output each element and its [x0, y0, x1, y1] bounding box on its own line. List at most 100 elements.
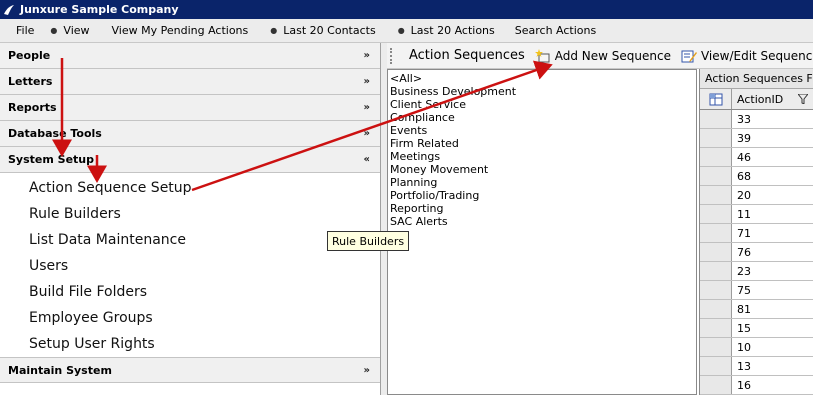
menu-item-last-20-actions[interactable]: ● Last 20 Actions [384, 24, 503, 37]
section-database-tools[interactable]: Database Tools » [0, 121, 380, 147]
list-item[interactable]: Meetings [390, 150, 694, 163]
table-cell-actionid[interactable]: 13 [732, 357, 813, 375]
expand-chevron-icon[interactable]: » [364, 76, 370, 87]
section-people[interactable]: People » [0, 43, 380, 69]
table-cell-actionid[interactable]: 11 [732, 205, 813, 223]
row-selector[interactable] [700, 205, 732, 223]
list-item[interactable]: Planning [390, 176, 694, 189]
table-row[interactable]: 15 [700, 319, 813, 338]
section-maintain-system[interactable]: Maintain System » [0, 357, 380, 383]
list-item[interactable]: Events [390, 124, 694, 137]
table-row[interactable]: 39 [700, 129, 813, 148]
table-cell-actionid[interactable]: 15 [732, 319, 813, 337]
menu-item-last-20-contacts[interactable]: ● Last 20 Contacts [256, 24, 383, 37]
column-header-actionid[interactable]: ActionID [732, 89, 813, 109]
table-cell-actionid[interactable]: 16 [732, 376, 813, 394]
row-selector[interactable] [700, 186, 732, 204]
list-item[interactable]: Firm Related [390, 137, 694, 150]
table-cell-actionid[interactable]: 68 [732, 167, 813, 185]
list-item[interactable]: Compliance [390, 111, 694, 124]
table-cell-actionid[interactable]: 20 [732, 186, 813, 204]
nav-item-setup-user-rights[interactable]: Setup User Rights [0, 331, 380, 357]
table-cell-actionid[interactable]: 39 [732, 129, 813, 147]
table-row[interactable]: 46 [700, 148, 813, 167]
table-cell-actionid[interactable]: 75 [732, 281, 813, 299]
row-selector[interactable] [700, 243, 732, 261]
add-new-sequence-button[interactable]: Add New Sequence [534, 48, 671, 63]
section-letters[interactable]: Letters » [0, 69, 380, 95]
table-cell-actionid[interactable]: 81 [732, 300, 813, 318]
expand-chevron-icon[interactable]: » [364, 128, 370, 139]
view-edit-sequence-button[interactable]: View/Edit Sequence [681, 49, 813, 63]
section-system-setup[interactable]: System Setup « [0, 147, 380, 173]
nav-item-list-data-maintenance[interactable]: List Data Maintenance [0, 227, 380, 253]
row-selector[interactable] [700, 319, 732, 337]
nav-item-employee-groups[interactable]: Employee Groups [0, 305, 380, 331]
nav-item-users[interactable]: Users [0, 253, 380, 279]
row-selector[interactable] [700, 300, 732, 318]
table-cell-actionid[interactable]: 33 [732, 110, 813, 128]
menu-item-view[interactable]: ● View [42, 24, 97, 37]
add-star-icon [534, 48, 550, 62]
row-selector[interactable] [700, 224, 732, 242]
filter-icon[interactable] [798, 94, 808, 104]
row-selector[interactable] [700, 167, 732, 185]
list-item[interactable]: <All> [390, 72, 694, 85]
nav-item-action-sequence-setup[interactable]: Action Sequence Setup [0, 175, 380, 201]
column-chooser-icon[interactable] [700, 89, 732, 109]
menu-item-label: View My Pending Actions [111, 24, 249, 37]
row-selector[interactable] [700, 281, 732, 299]
expand-chevron-icon[interactable]: » [364, 50, 370, 61]
table-cell-actionid[interactable]: 76 [732, 243, 813, 261]
row-selector[interactable] [700, 129, 732, 147]
toolbar-grip[interactable] [390, 47, 392, 64]
table-row[interactable]: 20 [700, 186, 813, 205]
menu-dot-icon: ● [397, 26, 405, 35]
table-row[interactable]: 33 [700, 110, 813, 129]
table-row[interactable]: 71 [700, 224, 813, 243]
section-reports[interactable]: Reports » [0, 95, 380, 121]
toolbar-title: Action Sequences [409, 48, 525, 63]
expand-chevron-icon[interactable]: » [364, 102, 370, 113]
nav-item-build-file-folders[interactable]: Build File Folders [0, 279, 380, 305]
row-selector[interactable] [700, 262, 732, 280]
table-cell-actionid[interactable]: 23 [732, 262, 813, 280]
list-item[interactable]: Money Movement [390, 163, 694, 176]
list-item[interactable]: Business Development [390, 85, 694, 98]
row-selector[interactable] [700, 110, 732, 128]
table-row[interactable]: 11 [700, 205, 813, 224]
sequence-category-list[interactable]: <All> Business Development Client Servic… [387, 69, 697, 395]
table-row[interactable]: 16 [700, 376, 813, 395]
list-item[interactable]: Portfolio/Trading [390, 189, 694, 202]
collapse-chevron-icon[interactable]: « [364, 154, 370, 165]
list-item[interactable]: SAC Alerts [390, 215, 694, 228]
table-row[interactable]: 23 [700, 262, 813, 281]
menu-item-pending-actions[interactable]: View My Pending Actions [98, 24, 257, 37]
table-row[interactable]: 81 [700, 300, 813, 319]
grid-header: ActionID [700, 89, 813, 110]
list-item[interactable]: Reporting [390, 202, 694, 215]
table-cell-actionid[interactable]: 46 [732, 148, 813, 166]
menu-bar: File ● View View My Pending Actions ● Last… [0, 19, 813, 43]
table-row[interactable]: 13 [700, 357, 813, 376]
table-row[interactable]: 76 [700, 243, 813, 262]
add-new-sequence-label: Add New Sequence [554, 48, 671, 63]
table-row[interactable]: 10 [700, 338, 813, 357]
row-selector[interactable] [700, 338, 732, 356]
row-selector[interactable] [700, 148, 732, 166]
menu-item-search-actions[interactable]: Search Actions [503, 24, 604, 37]
table-cell-actionid[interactable]: 10 [732, 338, 813, 356]
table-row[interactable]: 68 [700, 167, 813, 186]
nav-item-rule-builders[interactable]: Rule Builders [0, 201, 380, 227]
section-label: Reports [8, 101, 57, 114]
list-item[interactable]: Client Service [390, 98, 694, 111]
row-selector[interactable] [700, 357, 732, 375]
expand-chevron-icon[interactable]: » [364, 365, 370, 376]
menu-item-file[interactable]: File [0, 24, 42, 37]
table-cell-actionid[interactable]: 71 [732, 224, 813, 242]
menu-item-label: File [16, 24, 35, 37]
table-row[interactable]: 75 [700, 281, 813, 300]
row-selector[interactable] [700, 376, 732, 394]
navigation-pane: People » Letters » Reports » Database To… [0, 43, 381, 395]
menu-dot-icon: ● [270, 26, 278, 35]
